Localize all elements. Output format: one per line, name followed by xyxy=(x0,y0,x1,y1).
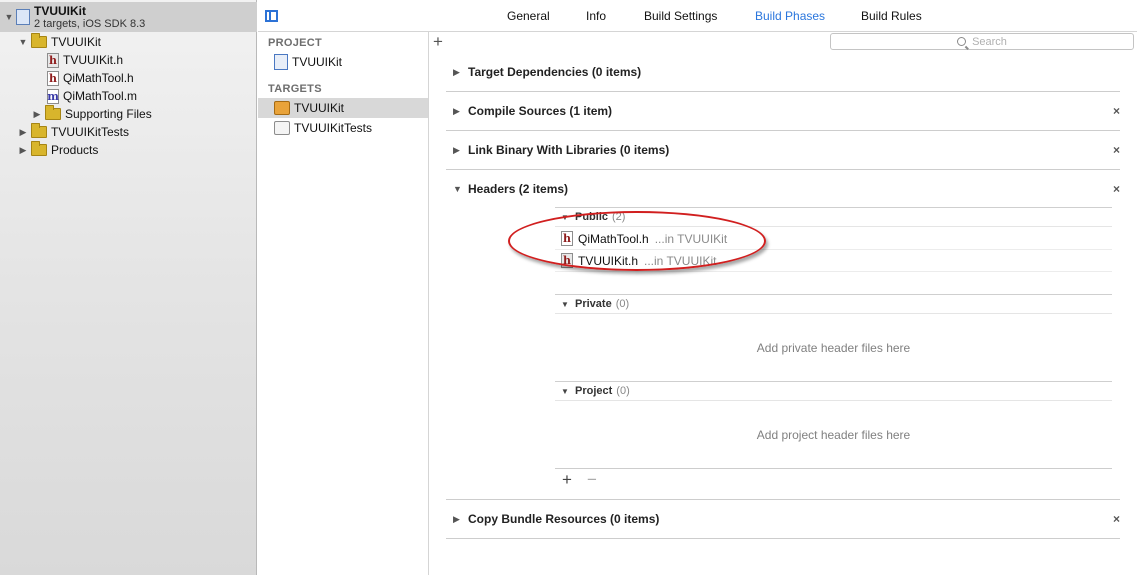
nav-item-products[interactable]: ▶ Products xyxy=(17,141,98,159)
divider xyxy=(446,538,1120,539)
disclosure-closed-icon[interactable]: ▶ xyxy=(17,126,29,138)
search-field[interactable]: Search xyxy=(830,33,1134,50)
framework-target-icon xyxy=(274,101,290,115)
header-file-icon: h xyxy=(561,253,573,268)
disclosure-open-icon[interactable]: ▼ xyxy=(561,387,575,396)
tab-build-settings[interactable]: Build Settings xyxy=(644,9,717,23)
divider xyxy=(555,468,1112,469)
nav-item-tvuuikittests[interactable]: ▶ TVUUIKitTests xyxy=(17,123,129,141)
tab-build-phases[interactable]: Build Phases xyxy=(755,9,825,23)
header-file-icon: h xyxy=(47,52,59,68)
disclosure-closed-icon[interactable]: ▶ xyxy=(31,108,43,120)
add-header-button[interactable]: + xyxy=(562,471,572,488)
nav-item-tvuuikit-h[interactable]: h TVUUIKit.h xyxy=(47,51,123,69)
tab-general[interactable]: General xyxy=(507,9,550,23)
nav-item-supporting-files[interactable]: ▶ Supporting Files xyxy=(31,105,152,123)
folder-icon xyxy=(31,141,47,156)
remove-header-button[interactable]: − xyxy=(587,471,597,488)
phase-target-dependencies[interactable]: ▶ Target Dependencies (0 items) xyxy=(446,53,1120,91)
toggle-sidebar-icon[interactable] xyxy=(265,10,278,22)
targets-section-label: TARGETS xyxy=(268,83,322,95)
nav-item-qimathtool-m[interactable]: m QiMathTool.m xyxy=(47,87,137,105)
disclosure-closed-icon[interactable]: ▶ xyxy=(453,106,467,117)
delete-phase-icon[interactable]: × xyxy=(1113,104,1120,118)
search-placeholder: Search xyxy=(972,35,1007,48)
xcodeproj-icon xyxy=(274,54,288,70)
disclosure-open-icon[interactable]: ▼ xyxy=(17,36,29,48)
public-header-qimathtool[interactable]: h QiMathTool.h ...in TVUUIKit xyxy=(555,228,1112,250)
phase-compile-sources[interactable]: ▶ Compile Sources (1 item) × xyxy=(446,92,1120,130)
disclosure-open-icon[interactable]: ▼ xyxy=(453,184,467,194)
delete-phase-icon[interactable]: × xyxy=(1113,182,1120,196)
folder-icon xyxy=(31,33,47,48)
disclosure-closed-icon[interactable]: ▶ xyxy=(453,67,467,78)
test-target-icon xyxy=(274,121,290,135)
disclosure-open-icon[interactable]: ▼ xyxy=(561,300,575,309)
headers-project-group[interactable]: ▼ Project (0) xyxy=(555,381,1112,401)
delete-phase-icon[interactable]: × xyxy=(1113,143,1120,157)
phase-link-binary[interactable]: ▶ Link Binary With Libraries (0 items) × xyxy=(446,131,1120,169)
tab-build-rules[interactable]: Build Rules xyxy=(861,9,922,23)
project-root-row[interactable]: ▼ TVUUIKit 2 targets, iOS SDK 8.3 xyxy=(0,2,257,32)
project-headers-placeholder: Add project header files here xyxy=(756,428,911,442)
implementation-file-icon: m xyxy=(47,88,59,104)
folder-icon xyxy=(31,123,47,138)
target-list: PROJECT TVUUIKit TARGETS TVUUIKit TVUUIK… xyxy=(258,32,429,575)
header-file-icon: h xyxy=(47,70,59,86)
search-icon xyxy=(957,37,967,46)
project-file-icon xyxy=(16,9,30,25)
disclosure-closed-icon[interactable]: ▶ xyxy=(453,145,467,156)
disclosure-open-icon[interactable]: ▼ xyxy=(561,213,575,222)
header-file-icon: h xyxy=(561,231,573,246)
target-item-tvuuikittests[interactable]: TVUUIKitTests xyxy=(258,118,428,138)
disclosure-closed-icon[interactable]: ▶ xyxy=(453,514,467,525)
headers-public-group[interactable]: ▼ Public (2) xyxy=(555,207,1112,227)
add-build-phase-button[interactable]: + xyxy=(433,33,443,51)
tab-info[interactable]: Info xyxy=(586,9,606,23)
disclosure-open-icon[interactable]: ▼ xyxy=(3,11,15,23)
phase-copy-bundle-resources[interactable]: ▶ Copy Bundle Resources (0 items) × xyxy=(446,500,1120,538)
disclosure-closed-icon[interactable]: ▶ xyxy=(17,144,29,156)
editor-tab-bar: General Info Build Settings Build Phases… xyxy=(258,0,1137,32)
project-section-label: PROJECT xyxy=(268,37,323,49)
project-name: TVUUIKit xyxy=(34,4,86,18)
private-headers-placeholder: Add private header files here xyxy=(756,341,911,355)
nav-item-tvuuikit-folder[interactable]: ▼ TVUUIKit xyxy=(17,33,101,51)
target-item-tvuuikit[interactable]: TVUUIKit xyxy=(258,98,428,118)
project-item[interactable]: TVUUIKit xyxy=(258,52,428,72)
phase-headers[interactable]: ▼ Headers (2 items) × xyxy=(446,170,1120,208)
headers-private-group[interactable]: ▼ Private (0) xyxy=(555,294,1112,314)
public-header-tvuuikit[interactable]: h TVUUIKit.h ...in TVUUIKit xyxy=(555,250,1112,272)
folder-icon xyxy=(45,105,61,120)
project-subtitle: 2 targets, iOS SDK 8.3 xyxy=(34,18,146,30)
nav-item-qimathtool-h[interactable]: h QiMathTool.h xyxy=(47,69,134,87)
project-navigator: ▼ TVUUIKit 2 targets, iOS SDK 8.3 ▼ TVUU… xyxy=(0,0,257,575)
delete-phase-icon[interactable]: × xyxy=(1113,512,1120,526)
